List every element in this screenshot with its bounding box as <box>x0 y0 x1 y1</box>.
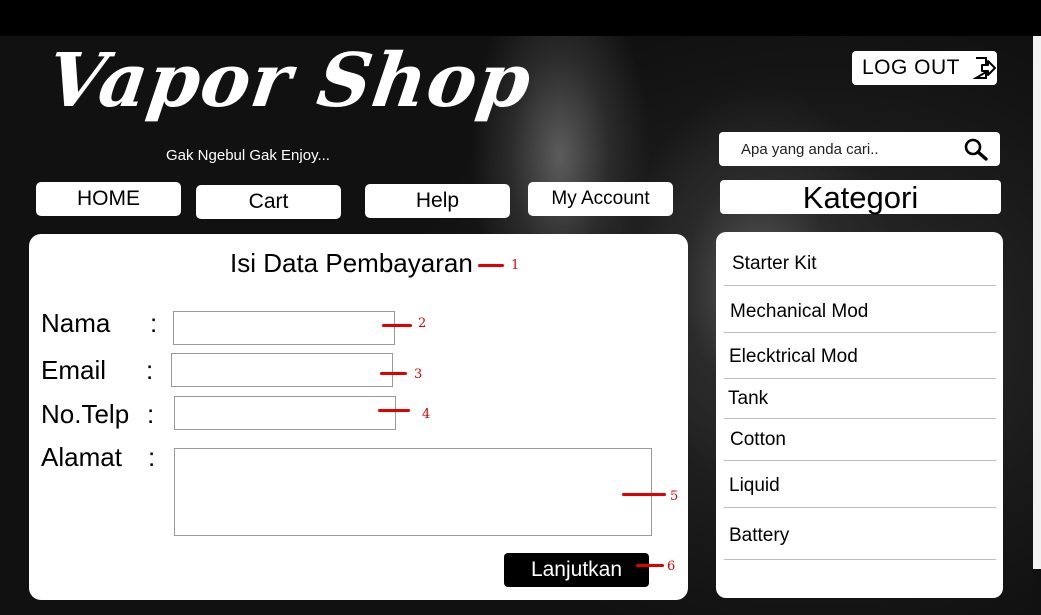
address-label: Alamat <box>41 442 122 472</box>
nav-help-button[interactable]: Help <box>365 184 510 218</box>
category-item-battery[interactable]: Battery <box>729 525 789 547</box>
category-item-tank[interactable]: Tank <box>728 388 768 410</box>
annotation-mark-4 <box>378 409 410 412</box>
right-edge-strip <box>1033 36 1041 615</box>
logout-icon <box>972 57 997 79</box>
address-field[interactable] <box>174 448 652 536</box>
email-field[interactable] <box>171 353 393 387</box>
annotation-mark-2 <box>382 324 412 327</box>
logout-button[interactable]: LOG OUT <box>852 51 997 85</box>
phone-label: No.Telp <box>41 399 130 429</box>
category-divider <box>724 418 996 419</box>
nav-cart-button[interactable]: Cart <box>196 185 341 219</box>
email-colon: : <box>146 355 154 385</box>
nav-account-button[interactable]: My Account <box>528 182 673 216</box>
name-colon: : <box>150 308 158 338</box>
submit-label: Lanjutkan <box>530 558 623 581</box>
annotation-number-4: 4 <box>422 407 431 422</box>
annotation-number-5: 5 <box>670 489 679 504</box>
category-item-electrical-mod[interactable]: Elecktrical Mod <box>729 346 858 368</box>
annotation-mark-5 <box>622 493 666 496</box>
category-item-cotton[interactable]: Cotton <box>730 429 786 451</box>
annotation-number-2: 2 <box>418 316 427 331</box>
category-item-liquid[interactable]: Liquid <box>729 475 780 497</box>
category-divider <box>724 332 996 333</box>
top-black-bar <box>0 0 1041 36</box>
nav-help-label: Help <box>415 189 460 212</box>
annotation-mark-1 <box>478 264 504 267</box>
category-divider <box>724 378 996 379</box>
search-bar <box>719 132 1000 166</box>
submit-button[interactable]: Lanjutkan <box>504 553 649 587</box>
brand-logo: Vapor Shop <box>41 38 537 124</box>
category-heading: Kategori <box>720 180 1001 215</box>
email-label: Email <box>41 355 107 385</box>
address-colon: : <box>148 442 156 472</box>
category-item-starter-kit[interactable]: Starter Kit <box>732 253 816 275</box>
annotation-mark-6 <box>636 564 664 567</box>
annotation-number-3: 3 <box>414 367 423 382</box>
nav-account-label: My Account <box>551 188 650 209</box>
nav-home-label: HOME <box>77 187 140 210</box>
annotation-number-6: 6 <box>667 559 676 574</box>
form-title: Isi Data Pembayaran <box>230 248 473 278</box>
name-field[interactable] <box>173 311 395 345</box>
name-label: Nama <box>41 308 111 338</box>
category-divider <box>724 559 996 560</box>
phone-colon: : <box>147 399 155 429</box>
search-icon[interactable] <box>963 137 989 163</box>
logout-label: LOG OUT <box>862 56 961 79</box>
nav-home-button[interactable]: HOME <box>36 182 181 216</box>
phone-field[interactable] <box>174 396 396 430</box>
category-item-mechanical-mod[interactable]: Mechanical Mod <box>730 301 868 323</box>
search-input[interactable] <box>739 140 953 159</box>
category-divider <box>724 285 996 286</box>
nav-cart-label: Cart <box>248 190 289 213</box>
brand-tagline: Gak Ngebul Gak Enjoy... <box>166 147 330 164</box>
annotation-number-1: 1 <box>511 258 520 273</box>
annotation-mark-3 <box>380 372 407 375</box>
category-divider <box>724 507 996 508</box>
category-divider <box>724 460 996 461</box>
